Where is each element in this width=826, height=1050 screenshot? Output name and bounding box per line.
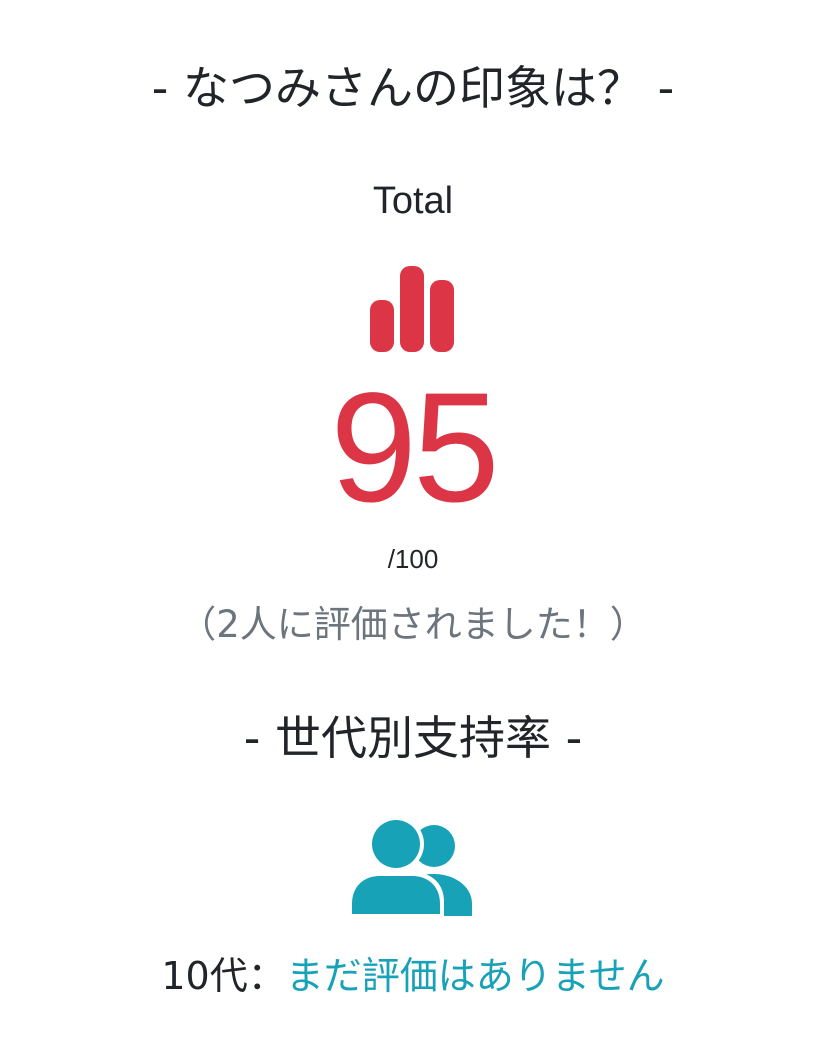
age-value: まだ評価はありません bbox=[285, 954, 665, 998]
age-label: 10代： bbox=[161, 954, 286, 998]
max-score: /100 bbox=[387, 544, 439, 574]
users-icon bbox=[350, 818, 472, 916]
total-label: Total bbox=[372, 180, 454, 222]
generation-support-heading: - 世代別支持率 - bbox=[243, 711, 583, 765]
page: - なつみさんの印象は？ - Total 95 /100 （2人に評価されました… bbox=[0, 0, 826, 1050]
age-row-10s: 10代：まだ評価はありません bbox=[0, 948, 826, 1004]
rated-count-text: （2人に評価されました！） bbox=[179, 603, 647, 646]
impression-heading: - なつみさんの印象は？ - bbox=[151, 61, 675, 115]
bar-chart-icon bbox=[370, 266, 454, 352]
total-score: 95 bbox=[330, 361, 500, 535]
